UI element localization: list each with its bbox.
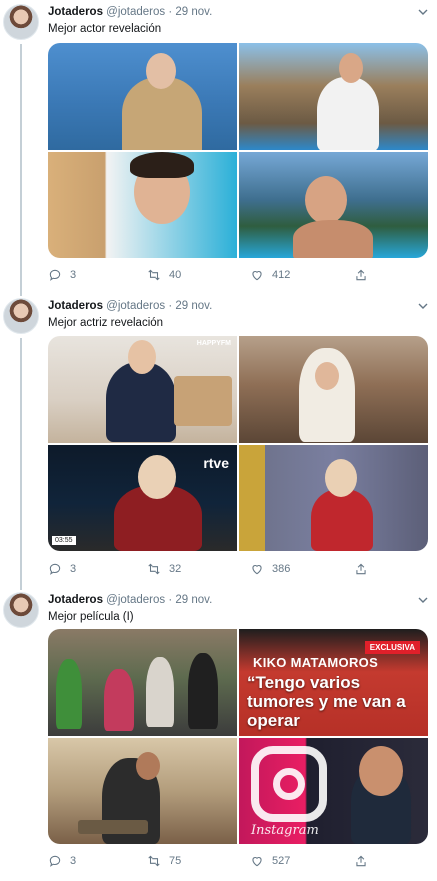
retweet-icon — [148, 563, 160, 575]
photo[interactable] — [48, 43, 237, 150]
separator: · — [168, 594, 173, 606]
photo[interactable] — [239, 43, 428, 150]
retweet-count: 75 — [169, 855, 182, 867]
separator: · — [168, 6, 173, 18]
tweet-actions: 3 32 386 — [48, 562, 428, 580]
like-count: 412 — [272, 269, 291, 281]
chevron-down-icon[interactable] — [417, 300, 429, 312]
like-button[interactable]: 412 — [250, 268, 290, 282]
media-grid[interactable] — [48, 43, 428, 258]
like-icon — [252, 857, 262, 867]
tweet-text: Mejor actor revelación — [48, 23, 162, 35]
author-handle[interactable]: @jotaderos — [106, 594, 165, 606]
retweet-button[interactable]: 75 — [147, 854, 181, 868]
chevron-down-icon[interactable] — [417, 6, 429, 18]
author-name[interactable]: Jotaderos — [48, 300, 103, 312]
share-icon — [356, 563, 366, 575]
media-grid[interactable]: HAPPYFM rtve 03:55 — [48, 336, 428, 551]
reply-icon — [49, 269, 61, 281]
tweet-actions: 3 75 527 — [48, 854, 428, 872]
instagram-logo — [251, 745, 327, 822]
photo[interactable] — [48, 629, 237, 736]
reply-button[interactable]: 3 — [48, 854, 76, 868]
author-name[interactable]: Jotaderos — [48, 6, 103, 18]
channel-tag: HAPPYFM — [196, 340, 231, 347]
reply-count: 3 — [70, 855, 77, 867]
media-grid[interactable]: EXCLUSIVA KIKO MATAMOROS “Tengo varios t… — [48, 629, 428, 844]
headline-name: KIKO MATAMOROS — [253, 655, 379, 670]
like-icon — [252, 565, 262, 575]
retweet-icon — [148, 855, 160, 867]
exclusive-badge: EXCLUSIVA — [364, 641, 420, 654]
tweet-header: Jotaderos @jotaderos · 29 nov. — [48, 300, 212, 312]
tweet-date[interactable]: 29 nov. — [175, 300, 212, 312]
avatar[interactable] — [3, 4, 39, 40]
photo[interactable]: EXCLUSIVA KIKO MATAMOROS “Tengo varios t… — [239, 629, 428, 736]
tweet-header: Jotaderos @jotaderos · 29 nov. — [48, 594, 212, 606]
photo[interactable] — [48, 737, 237, 844]
share-icon — [356, 855, 366, 867]
reply-icon — [49, 855, 61, 867]
reply-button[interactable]: 3 — [48, 268, 76, 282]
avatar[interactable] — [3, 592, 39, 628]
photo[interactable]: rtve 03:55 — [48, 444, 237, 551]
channel-logo: rtve — [203, 454, 229, 471]
chevron-down-icon[interactable] — [417, 594, 429, 606]
like-count: 527 — [272, 855, 291, 867]
separator: · — [168, 300, 173, 312]
photo[interactable]: HAPPYFM — [48, 336, 237, 443]
author-handle[interactable]: @jotaderos — [106, 300, 165, 312]
share-button[interactable] — [354, 854, 376, 868]
like-count: 386 — [272, 563, 291, 575]
tweet[interactable]: Jotaderos @jotaderos · 29 nov. Mejor pel… — [0, 588, 437, 881]
author-handle[interactable]: @jotaderos — [106, 6, 165, 18]
tweet[interactable]: Jotaderos @jotaderos · 29 nov. Mejor act… — [0, 294, 437, 588]
tweet-header: Jotaderos @jotaderos · 29 nov. — [48, 6, 212, 18]
like-button[interactable]: 527 — [250, 854, 290, 868]
share-button[interactable] — [354, 268, 376, 282]
share-icon — [356, 269, 366, 281]
reply-button[interactable]: 3 — [48, 562, 76, 576]
author-name[interactable]: Jotaderos — [48, 594, 103, 606]
tweet-date[interactable]: 29 nov. — [175, 594, 212, 606]
tweet-text: Mejor actriz revelación — [48, 317, 164, 329]
reply-icon — [49, 563, 61, 575]
retweet-button[interactable]: 32 — [147, 562, 181, 576]
photo[interactable] — [48, 151, 237, 258]
retweet-count: 40 — [169, 269, 182, 281]
reply-count: 3 — [70, 563, 77, 575]
photo[interactable] — [239, 151, 428, 258]
tweet-date[interactable]: 29 nov. — [175, 6, 212, 18]
like-button[interactable]: 386 — [250, 562, 290, 576]
retweet-count: 32 — [169, 563, 182, 575]
tv-clock: 03:55 — [52, 536, 76, 545]
instagram-wordmark: Instagram — [251, 823, 319, 838]
photo[interactable]: Instagram — [239, 737, 428, 844]
headline-text: “Tengo varios tumores y me van a operar — [247, 673, 406, 730]
share-button[interactable] — [354, 562, 376, 576]
reply-count: 3 — [70, 269, 77, 281]
tweet[interactable]: Jotaderos @jotaderos · 29 nov. Mejor act… — [0, 0, 437, 294]
photo[interactable] — [239, 336, 428, 443]
tweet-actions: 3 40 412 — [48, 268, 428, 286]
retweet-icon — [148, 269, 160, 281]
avatar[interactable] — [3, 298, 39, 334]
tweet-text: Mejor película (I) — [48, 611, 134, 623]
like-icon — [252, 271, 262, 281]
retweet-button[interactable]: 40 — [147, 268, 181, 282]
photo[interactable] — [239, 444, 428, 551]
